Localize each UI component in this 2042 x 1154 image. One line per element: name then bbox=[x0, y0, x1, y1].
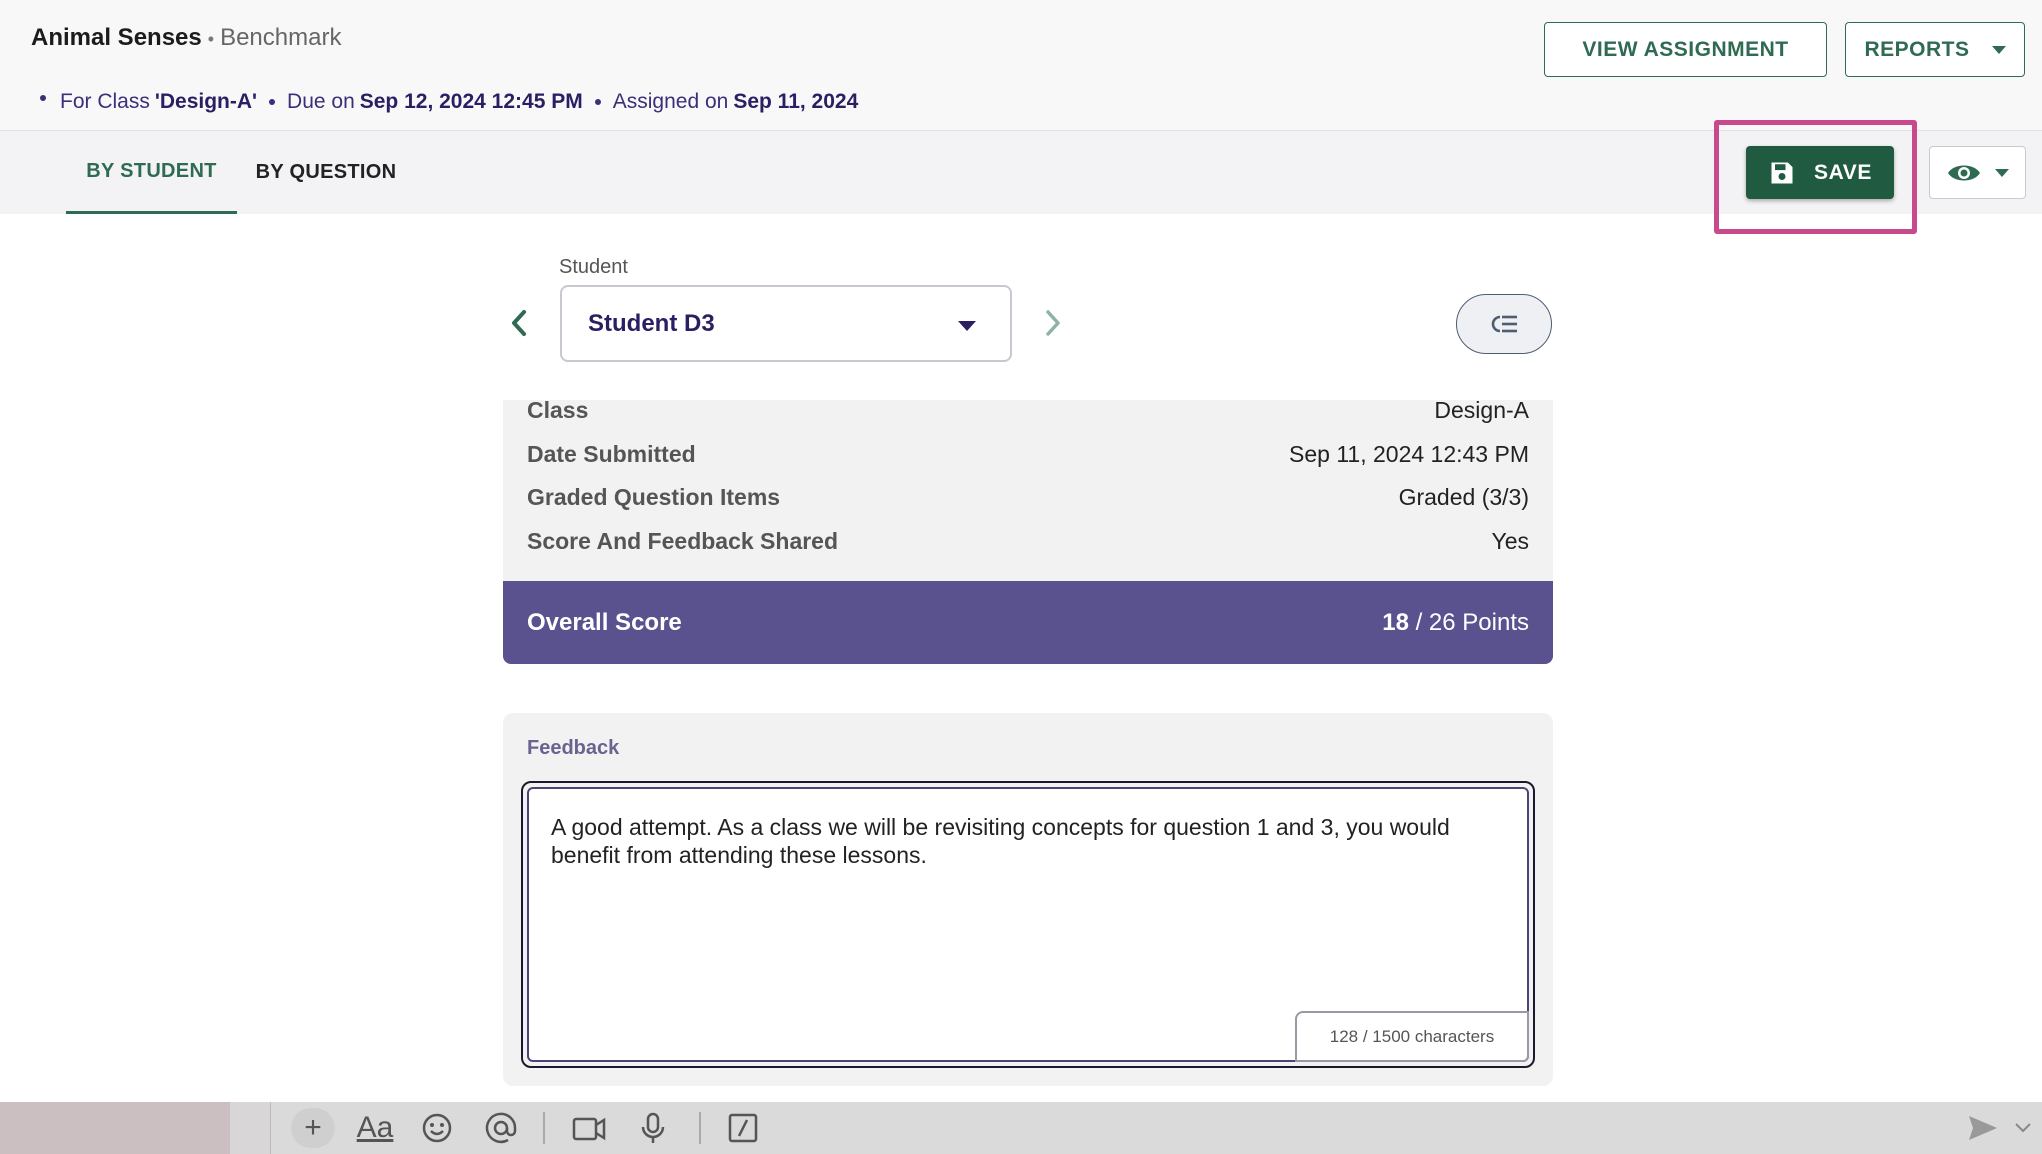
toolbar-divider bbox=[543, 1112, 545, 1144]
tab-by-question[interactable]: BY QUESTION bbox=[245, 131, 407, 214]
save-button[interactable]: SAVE bbox=[1746, 146, 1894, 199]
due-value: Sep 12, 2024 12:45 PM bbox=[359, 90, 583, 113]
info-value: Graded (3/3) bbox=[1398, 484, 1529, 510]
info-key: Class bbox=[527, 397, 589, 423]
student-label: Student bbox=[559, 256, 628, 278]
selected-student: Student D3 bbox=[588, 309, 715, 337]
chevron-left-icon[interactable] bbox=[508, 308, 530, 338]
info-value: Yes bbox=[1491, 528, 1529, 554]
feedback-label: Feedback bbox=[527, 737, 620, 759]
score-earned: 18 bbox=[1382, 608, 1409, 636]
character-counter: 128 / 1500 characters bbox=[1295, 1011, 1529, 1062]
chat-toolbar: + Aa bbox=[0, 1102, 2042, 1154]
chat-input-area: + Aa bbox=[270, 1102, 2042, 1154]
feedback-focus-ring: A good attempt. As a class we will be re… bbox=[521, 781, 1535, 1068]
microphone-icon[interactable] bbox=[633, 1108, 673, 1148]
page-title: Animal Senses • Benchmark bbox=[31, 24, 341, 52]
save-label: SAVE bbox=[1813, 160, 1873, 184]
chevron-down-icon[interactable] bbox=[2011, 1108, 2035, 1148]
chevron-down-icon bbox=[958, 321, 976, 331]
info-row: Class Design-A bbox=[527, 397, 1529, 424]
assigned-prefix: Assigned on bbox=[612, 90, 729, 113]
emoji-icon[interactable] bbox=[417, 1108, 457, 1148]
send-icon[interactable] bbox=[1963, 1108, 2003, 1148]
assignment-title: Animal Senses bbox=[31, 24, 202, 51]
info-row: Score And Feedback Shared Yes bbox=[527, 528, 1529, 555]
due-prefix: Due on bbox=[287, 90, 355, 113]
assessment-type: Benchmark bbox=[220, 24, 342, 51]
feedback-textarea[interactable]: A good attempt. As a class we will be re… bbox=[527, 787, 1529, 1062]
assigned-value: Sep 11, 2024 bbox=[733, 90, 859, 113]
chat-sidebar-edge bbox=[0, 1102, 230, 1154]
overall-score-value: 18 / 26 Points bbox=[1382, 609, 1529, 637]
score-total: / 26 Points bbox=[1415, 608, 1529, 636]
rubric-toggle-button[interactable] bbox=[1456, 294, 1552, 354]
chevron-right-icon[interactable] bbox=[1042, 308, 1064, 338]
info-value: Sep 11, 2024 12:43 PM bbox=[1289, 441, 1529, 467]
chevron-down-icon bbox=[1991, 45, 2006, 54]
student-dropdown[interactable]: Student D3 bbox=[560, 285, 1012, 362]
bullet-icon bbox=[269, 99, 276, 105]
tab-by-student[interactable]: BY STUDENT bbox=[66, 131, 237, 214]
bullet-icon bbox=[594, 99, 601, 105]
mention-icon[interactable] bbox=[481, 1108, 521, 1148]
class-value: 'Design-A' bbox=[154, 90, 258, 113]
reports-label: REPORTS bbox=[1864, 37, 1970, 61]
overall-score-label: Overall Score bbox=[527, 608, 682, 636]
info-key: Graded Question Items bbox=[527, 484, 781, 510]
class-prefix: For Class bbox=[60, 90, 150, 113]
floppy-disk-icon bbox=[1771, 162, 1793, 183]
list-check-icon bbox=[1491, 315, 1517, 333]
submission-info-card: Class Design-A Date Submitted Sep 11, 20… bbox=[503, 397, 1553, 581]
bullet-icon bbox=[40, 95, 46, 101]
slash-command-icon[interactable] bbox=[723, 1108, 763, 1148]
view-assignment-label: VIEW ASSIGNMENT bbox=[1582, 37, 1789, 61]
format-text-icon[interactable]: Aa bbox=[353, 1108, 397, 1148]
toolbar-divider bbox=[699, 1112, 701, 1144]
info-row: Date Submitted Sep 11, 2024 12:43 PM bbox=[527, 441, 1529, 468]
video-clip-icon[interactable] bbox=[569, 1108, 609, 1148]
reports-button[interactable]: REPORTS bbox=[1845, 22, 2025, 77]
info-key: Date Submitted bbox=[527, 441, 696, 467]
chevron-down-icon bbox=[1994, 168, 2009, 177]
view-options-button[interactable] bbox=[1929, 146, 2026, 199]
info-key: Score And Feedback Shared bbox=[527, 528, 839, 554]
feedback-text: A good attempt. As a class we will be re… bbox=[551, 814, 1450, 868]
assignment-meta: For Class 'Design-A' Due on Sep 12, 2024 1… bbox=[40, 90, 858, 114]
feedback-card: Feedback A good attempt. As a class we w… bbox=[503, 713, 1553, 1086]
info-value: Design-A bbox=[1434, 397, 1529, 423]
view-assignment-button[interactable]: VIEW ASSIGNMENT bbox=[1544, 22, 1827, 77]
overall-score-bar: Overall Score 18 / 26 Points bbox=[503, 581, 1553, 664]
info-row: Graded Question Items Graded (3/3) bbox=[527, 484, 1529, 511]
page-header: Animal Senses • Benchmark For Class 'Design… bbox=[0, 0, 2042, 131]
plus-icon[interactable]: + bbox=[291, 1108, 335, 1148]
title-separator: • bbox=[207, 29, 215, 49]
eye-icon bbox=[1947, 165, 1980, 180]
